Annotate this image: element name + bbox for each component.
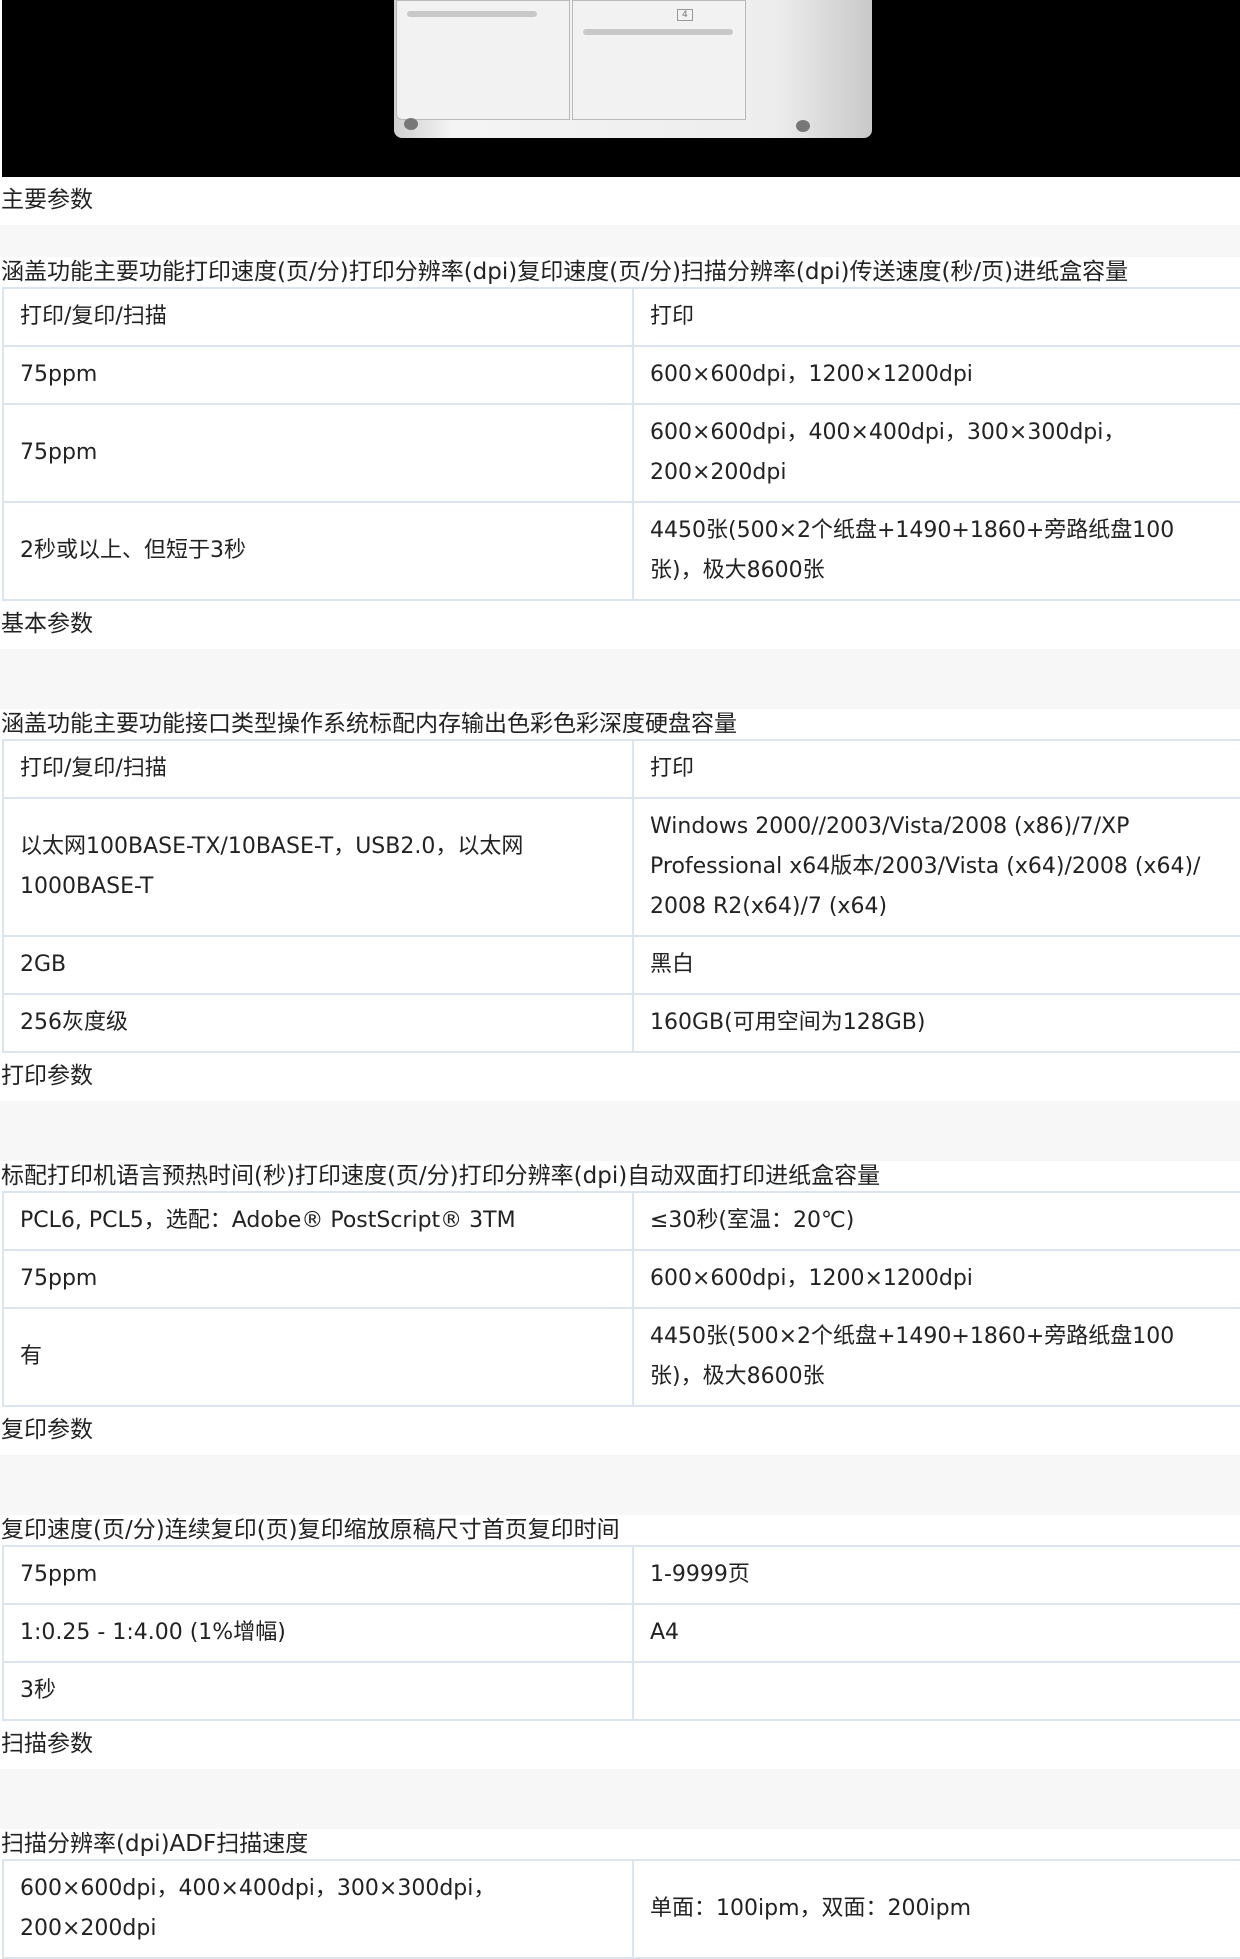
table-cell: 1-9999页 [632, 1545, 1240, 1605]
table-row: 2GB 黑白 [2, 935, 1240, 995]
printer-illustration: 4 [394, 0, 872, 138]
section-title-print: 打印参数 [1, 1063, 93, 1089]
table-cell: 打印 [632, 287, 1240, 347]
table-row: 1:0.25 - 1:4.00 (1%增幅) A4 [2, 1603, 1240, 1663]
table-row: PCL6, PCL5，选配：Adobe® PostScript® 3TM ≤30… [2, 1191, 1240, 1251]
table-cell-link[interactable]: A4 [632, 1603, 1240, 1663]
section-band [0, 1455, 1240, 1515]
table-cell: 600×600dpi，400×400dpi，300×300dpi，200×200… [632, 403, 1240, 503]
section-headline-main: 涵盖功能主要功能打印速度(页/分)打印分辨率(dpi)复印速度(页/分)扫描分辨… [1, 259, 1129, 285]
caster-wheel [796, 120, 810, 132]
table-cell: 160GB(可用空间为128GB) [632, 993, 1240, 1053]
table-cell: 4450张(500×2个纸盘+1490+1860+旁路纸盘100张)，极大860… [632, 1307, 1240, 1407]
table-cell: 600×600dpi，1200×1200dpi [632, 345, 1240, 405]
caster-wheel [404, 118, 418, 130]
section-band [0, 1769, 1240, 1829]
table-cell: 75ppm [2, 1545, 634, 1605]
section-band [0, 225, 1240, 257]
table-row: 2秒或以上、但短于3秒 4450张(500×2个纸盘+1490+1860+旁路纸… [2, 501, 1240, 601]
table-cell: 600×600dpi，400×400dpi，300×300dpi，200×200… [2, 1859, 634, 1959]
table-cell: 1:0.25 - 1:4.00 (1%增幅) [2, 1603, 634, 1663]
table-cell: 打印/复印/扫描 [2, 287, 634, 347]
table-cell: 75ppm [2, 403, 634, 503]
table-row: 打印/复印/扫描 打印 [2, 287, 1240, 347]
table-cell-link[interactable]: 打印/复印/扫描 [2, 739, 634, 799]
spec-table-print: PCL6, PCL5，选配：Adobe® PostScript® 3TM ≤30… [2, 1191, 1240, 1407]
table-cell: Windows 2000//2003/Vista/2008 (x86)/7/XP… [632, 797, 1240, 937]
section-band [0, 649, 1240, 709]
product-image: 4 [2, 0, 1240, 177]
table-row: 75ppm 1-9999页 [2, 1545, 1240, 1605]
table-row: 75ppm 600×600dpi，1200×1200dpi [2, 345, 1240, 405]
table-cell: 256灰度级 [2, 993, 634, 1053]
table-cell: 2GB [2, 935, 634, 995]
table-row: 打印/复印/扫描 打印 [2, 739, 1240, 799]
paper-drawer-left [396, 0, 570, 120]
table-cell: 75ppm [2, 1249, 634, 1309]
table-row: 75ppm 600×600dpi，1200×1200dpi [2, 1249, 1240, 1309]
table-row: 3秒 [2, 1661, 1240, 1721]
table-cell: 4450张(500×2个纸盘+1490+1860+旁路纸盘100张)，极大860… [632, 501, 1240, 601]
table-cell: 打印 [632, 739, 1240, 799]
table-cell: 单面：100ipm，双面：200ipm [632, 1859, 1240, 1959]
section-title-main: 主要参数 [1, 187, 93, 213]
section-band [0, 1101, 1240, 1161]
section-headline-print: 标配打印机语言预热时间(秒)打印速度(页/分)打印分辨率(dpi)自动双面打印进… [1, 1163, 881, 1189]
table-row: 600×600dpi，400×400dpi，300×300dpi，200×200… [2, 1859, 1240, 1959]
table-cell: 3秒 [2, 1661, 634, 1721]
table-cell: 75ppm [2, 345, 634, 405]
spec-table-copy: 75ppm 1-9999页 1:0.25 - 1:4.00 (1%增幅) A4 … [2, 1545, 1240, 1721]
table-cell: PCL6, PCL5，选配：Adobe® PostScript® 3TM [2, 1191, 634, 1251]
table-cell: 2秒或以上、但短于3秒 [2, 501, 634, 601]
table-cell: 以太网100BASE-TX/10BASE-T，USB2.0，以太网1000BAS… [2, 797, 634, 937]
table-cell-link[interactable]: 有 [2, 1307, 634, 1407]
section-title-basic: 基本参数 [1, 611, 93, 637]
section-headline-copy: 复印速度(页/分)连续复印(页)复印缩放原稿尺寸首页复印时间 [1, 1517, 620, 1543]
section-title-scan: 扫描参数 [1, 1731, 93, 1757]
spec-table-scan: 600×600dpi，400×400dpi，300×300dpi，200×200… [2, 1859, 1240, 1959]
table-cell: ≤30秒(室温：20℃) [632, 1191, 1240, 1251]
table-cell: 600×600dpi，1200×1200dpi [632, 1249, 1240, 1309]
spec-table-main: 打印/复印/扫描 打印 75ppm 600×600dpi，1200×1200dp… [2, 287, 1240, 601]
table-cell [632, 1661, 1240, 1721]
table-row: 有 4450张(500×2个纸盘+1490+1860+旁路纸盘100张)，极大8… [2, 1307, 1240, 1407]
section-headline-scan: 扫描分辨率(dpi)ADF扫描速度 [1, 1831, 309, 1857]
table-cell: 黑白 [632, 935, 1240, 995]
table-row: 75ppm 600×600dpi，400×400dpi，300×300dpi，2… [2, 403, 1240, 503]
table-row: 以太网100BASE-TX/10BASE-T，USB2.0，以太网1000BAS… [2, 797, 1240, 937]
paper-drawer-right: 4 [572, 0, 746, 120]
spec-table-basic: 打印/复印/扫描 打印 以太网100BASE-TX/10BASE-T，USB2.… [2, 739, 1240, 1053]
section-title-copy: 复印参数 [1, 1417, 93, 1443]
table-row: 256灰度级 160GB(可用空间为128GB) [2, 993, 1240, 1053]
section-headline-basic: 涵盖功能主要功能接口类型操作系统标配内存输出色彩色彩深度硬盘容量 [1, 711, 737, 737]
tray-number-label: 4 [677, 9, 693, 21]
